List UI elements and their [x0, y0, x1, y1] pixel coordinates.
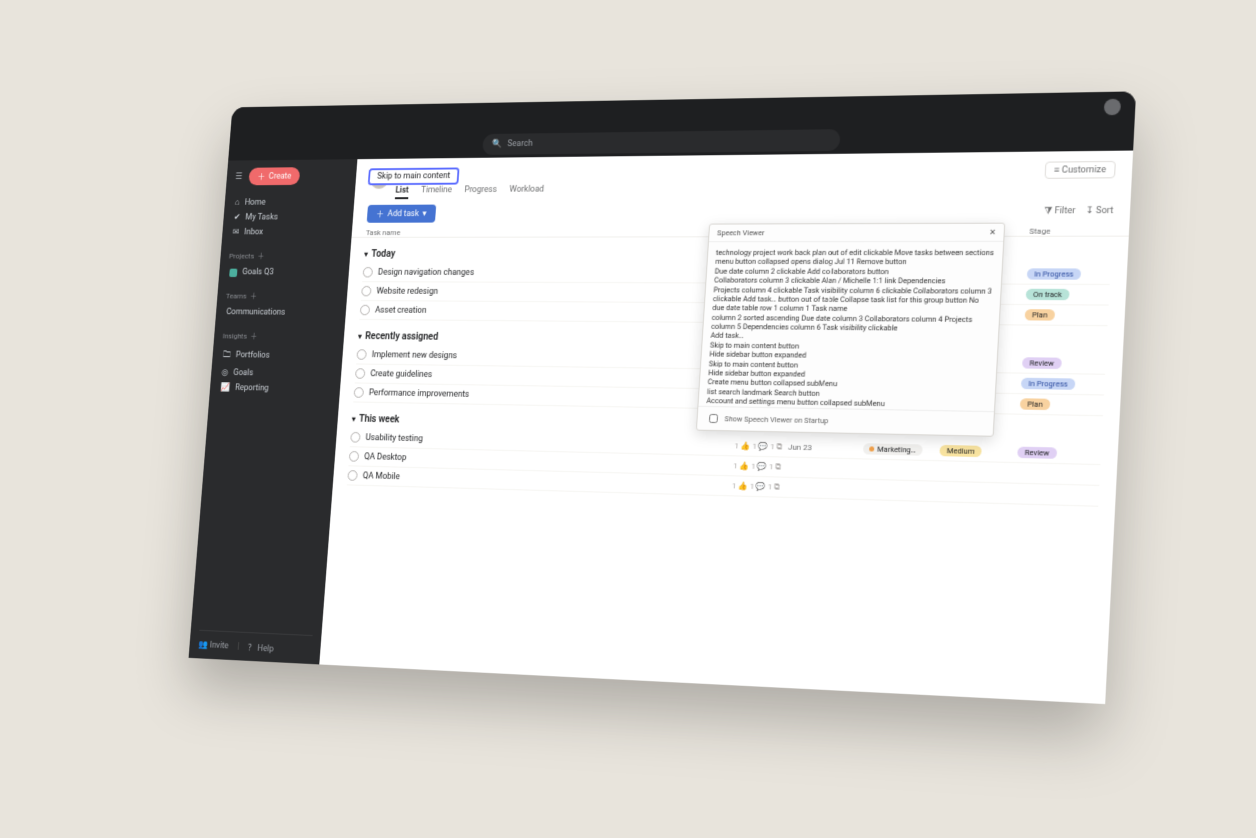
- sidebar-item-my-tasks[interactable]: ✔My Tasks: [232, 210, 345, 225]
- task-meta: 1 👍 1 💬 1 ⧉: [734, 441, 782, 452]
- insights-item-reporting[interactable]: 📈Reporting: [218, 380, 332, 397]
- task-priority: [939, 471, 1011, 473]
- tab-workload[interactable]: Workload: [509, 185, 545, 199]
- folder-icon: 🗀: [222, 348, 231, 363]
- insights-section-title[interactable]: Insights＋: [222, 331, 335, 342]
- sidebar-item-inbox[interactable]: ✉Inbox: [230, 225, 343, 240]
- complete-checkbox[interactable]: [347, 470, 358, 481]
- speech-viewer-title: Speech Viewer: [717, 228, 765, 237]
- task-due: [787, 467, 856, 469]
- task-name: Create guidelines: [370, 369, 733, 384]
- task-status: Plan: [1025, 309, 1109, 321]
- speech-viewer-line: technology project work back plan out of…: [715, 248, 995, 267]
- task-status: [1015, 494, 1098, 496]
- task-status: In Progress: [1027, 268, 1111, 279]
- task-due: Jun 23: [788, 443, 858, 454]
- tab-progress[interactable]: Progress: [464, 185, 497, 199]
- customize-button[interactable]: ≡ Customize: [1044, 161, 1116, 179]
- home-icon: ⌂: [235, 197, 240, 207]
- task-name: Website redesign: [376, 286, 738, 297]
- caret-icon: ▾: [352, 415, 356, 424]
- teams-section-title[interactable]: Teams＋: [226, 291, 339, 302]
- task-status: In Progress: [1021, 378, 1105, 391]
- search-placeholder: Search: [507, 139, 533, 149]
- skip-link[interactable]: Skip to main content: [368, 167, 460, 185]
- sv-startup-label: Show Speech Viewer on Startup: [724, 414, 828, 425]
- task-status: On track: [1026, 289, 1110, 301]
- invite-button[interactable]: 👥 Invite: [198, 640, 229, 651]
- task-name: Implement new designs: [371, 350, 734, 364]
- task-name: Performance improvements: [369, 388, 732, 404]
- close-icon[interactable]: ✕: [989, 228, 996, 237]
- help-button[interactable]: ？ Help: [247, 641, 274, 655]
- speech-viewer-line: column 2 sorted ascending Due date colum…: [711, 313, 991, 334]
- complete-checkbox[interactable]: [350, 432, 361, 443]
- create-button[interactable]: ＋ Create: [248, 167, 300, 185]
- col-status[interactable]: Stage: [1029, 226, 1112, 235]
- plus-icon[interactable]: ＋: [250, 291, 258, 301]
- sv-startup-checkbox[interactable]: [709, 414, 718, 423]
- task-project-tag: [862, 469, 932, 471]
- plus-icon: ＋: [257, 170, 266, 182]
- task-status: Review: [1022, 357, 1106, 369]
- task-priority: Medium: [939, 445, 1011, 458]
- complete-checkbox[interactable]: [356, 349, 366, 360]
- task-meta: 1 👍 1 💬 1 ⧉: [733, 461, 781, 472]
- caret-icon: ▾: [358, 332, 362, 341]
- filter-button[interactable]: ⧩ Filter: [1044, 206, 1076, 216]
- hamburger-icon[interactable]: ☰: [235, 172, 243, 181]
- complete-checkbox[interactable]: [363, 267, 373, 277]
- tab-timeline[interactable]: Timeline: [420, 186, 452, 199]
- topbar-avatar[interactable]: [1104, 99, 1121, 116]
- sidebar-item-home[interactable]: ⌂Home: [233, 194, 346, 210]
- tasks-icon: ✔: [233, 213, 240, 222]
- complete-checkbox[interactable]: [361, 286, 371, 296]
- task-due: [786, 487, 855, 489]
- task-project-tag: [861, 489, 931, 491]
- speech-viewer-window[interactable]: Speech Viewer ✕ technology project work …: [696, 223, 1005, 437]
- complete-checkbox[interactable]: [360, 305, 370, 315]
- project-color-chip: [229, 268, 237, 276]
- task-name: QA Mobile: [362, 471, 726, 491]
- complete-checkbox[interactable]: [355, 368, 366, 379]
- chart-icon: 📈: [220, 383, 230, 393]
- projects-section-title[interactable]: Projects＋: [229, 251, 342, 261]
- add-task-button[interactable]: ＋ Add task ▾: [367, 205, 436, 223]
- plus-icon[interactable]: ＋: [257, 251, 265, 261]
- speech-viewer-line: Collaborators column 3 clickable Alan / …: [714, 276, 993, 286]
- insights-item-portfolios[interactable]: 🗀Portfolios: [220, 345, 334, 367]
- task-name: Asset creation: [375, 305, 738, 317]
- project-item[interactable]: Goals Q3: [227, 265, 340, 280]
- task-meta: 1 👍 1 💬 1 ⧉: [732, 481, 780, 492]
- team-item[interactable]: Communications: [224, 305, 338, 321]
- inbox-icon: ✉: [232, 228, 239, 237]
- search-icon: 🔍: [491, 140, 502, 150]
- target-icon: ◎: [221, 368, 228, 377]
- sort-button[interactable]: ↧ Sort: [1085, 205, 1113, 215]
- task-status: Plan: [1020, 398, 1104, 411]
- task-name: Design navigation changes: [378, 268, 740, 279]
- speech-viewer-line: Projects column 4 clickable Task visibil…: [712, 285, 993, 315]
- task-project-tag: Marketing…: [863, 443, 934, 456]
- task-priority: [937, 491, 1009, 493]
- global-search[interactable]: 🔍 Search: [482, 129, 841, 155]
- task-status: Review: [1017, 447, 1101, 460]
- plus-icon[interactable]: ＋: [250, 331, 258, 341]
- complete-checkbox[interactable]: [349, 451, 360, 462]
- task-status: [1016, 473, 1099, 475]
- complete-checkbox[interactable]: [354, 387, 365, 398]
- caret-icon: ▾: [364, 250, 368, 258]
- tab-list[interactable]: List: [395, 186, 409, 199]
